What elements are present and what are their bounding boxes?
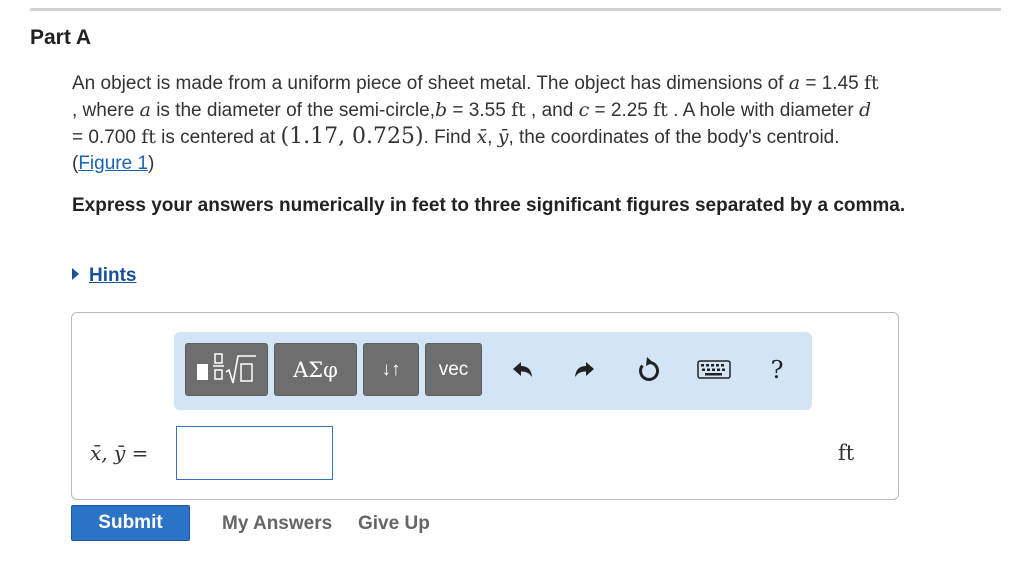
hints-label: Hints bbox=[89, 265, 137, 286]
var-d: d bbox=[858, 99, 872, 121]
value-b: = 3.55 bbox=[447, 100, 512, 121]
submit-button[interactable]: Submit bbox=[71, 505, 190, 541]
top-divider bbox=[30, 8, 1001, 11]
hole-center: (1.17, 0.725) bbox=[280, 124, 424, 149]
answer-unit: ft bbox=[838, 441, 855, 465]
help-button[interactable]: ? bbox=[762, 350, 792, 390]
reset-button[interactable] bbox=[630, 350, 666, 390]
undo-button[interactable] bbox=[504, 350, 540, 390]
redo-icon bbox=[575, 362, 594, 377]
y-bar: ȳ bbox=[497, 126, 509, 148]
redo-button[interactable] bbox=[567, 350, 603, 390]
answer-input[interactable] bbox=[176, 426, 333, 480]
paren-close: ) bbox=[148, 153, 155, 174]
problem-text: , where bbox=[72, 100, 140, 121]
problem-text: is centered at bbox=[155, 127, 281, 148]
var-b: b bbox=[434, 99, 448, 121]
comma: , bbox=[487, 127, 498, 148]
unit-ft: ft bbox=[511, 99, 526, 121]
answer-box: ΑΣφ ↓↑ vec ? x̄, ȳ = ft bbox=[71, 312, 899, 500]
value-c: = 2.25 bbox=[589, 100, 654, 121]
answer-label: x̄, ȳ = bbox=[90, 441, 148, 466]
var-a: a bbox=[788, 72, 801, 94]
my-answers-link[interactable]: My Answers bbox=[222, 513, 332, 535]
answer-instructions: Express your answers numerically in feet… bbox=[72, 195, 906, 216]
problem-text: An object is made from a uniform piece o… bbox=[72, 73, 789, 94]
problem-text: . A hole with diameter bbox=[667, 100, 859, 121]
problem-statement: An object is made from a uniform piece o… bbox=[72, 70, 997, 177]
figure-link[interactable]: Figure 1 bbox=[78, 153, 148, 174]
problem-text: , the coordinates of the body's centroid… bbox=[508, 127, 840, 148]
greek-symbols-button[interactable]: ΑΣφ bbox=[274, 343, 357, 396]
math-toolbar: ΑΣφ ↓↑ vec ? bbox=[174, 332, 812, 410]
part-title: Part A bbox=[30, 26, 92, 49]
hints-toggle[interactable]: Hints bbox=[72, 265, 137, 287]
reset-icon bbox=[639, 357, 660, 381]
keyboard-button[interactable] bbox=[692, 350, 736, 390]
answer-label-text: x̄, ȳ = bbox=[90, 441, 149, 465]
caret-right-icon bbox=[72, 268, 79, 280]
var-a: a bbox=[139, 99, 151, 121]
problem-text: is the diameter of the semi-circle, bbox=[150, 100, 435, 121]
problem-text: . Find bbox=[423, 127, 477, 148]
value-a: = 1.45 bbox=[800, 73, 864, 94]
unit-ft: ft bbox=[141, 126, 156, 148]
undo-icon bbox=[513, 362, 532, 377]
unit-ft: ft bbox=[864, 72, 879, 94]
var-c: c bbox=[578, 99, 590, 121]
give-up-link[interactable]: Give Up bbox=[358, 513, 430, 535]
problem-text: , and bbox=[525, 100, 579, 121]
fraction-sqrt-template-icon bbox=[196, 352, 256, 383]
x-bar: x̄ bbox=[476, 126, 488, 148]
templates-button[interactable] bbox=[185, 343, 268, 396]
value-d: = 0.700 bbox=[72, 127, 142, 148]
keyboard-icon bbox=[697, 360, 731, 379]
vector-button[interactable]: vec bbox=[425, 343, 482, 396]
reorder-button[interactable]: ↓↑ bbox=[363, 343, 419, 396]
unit-ft: ft bbox=[653, 99, 668, 121]
